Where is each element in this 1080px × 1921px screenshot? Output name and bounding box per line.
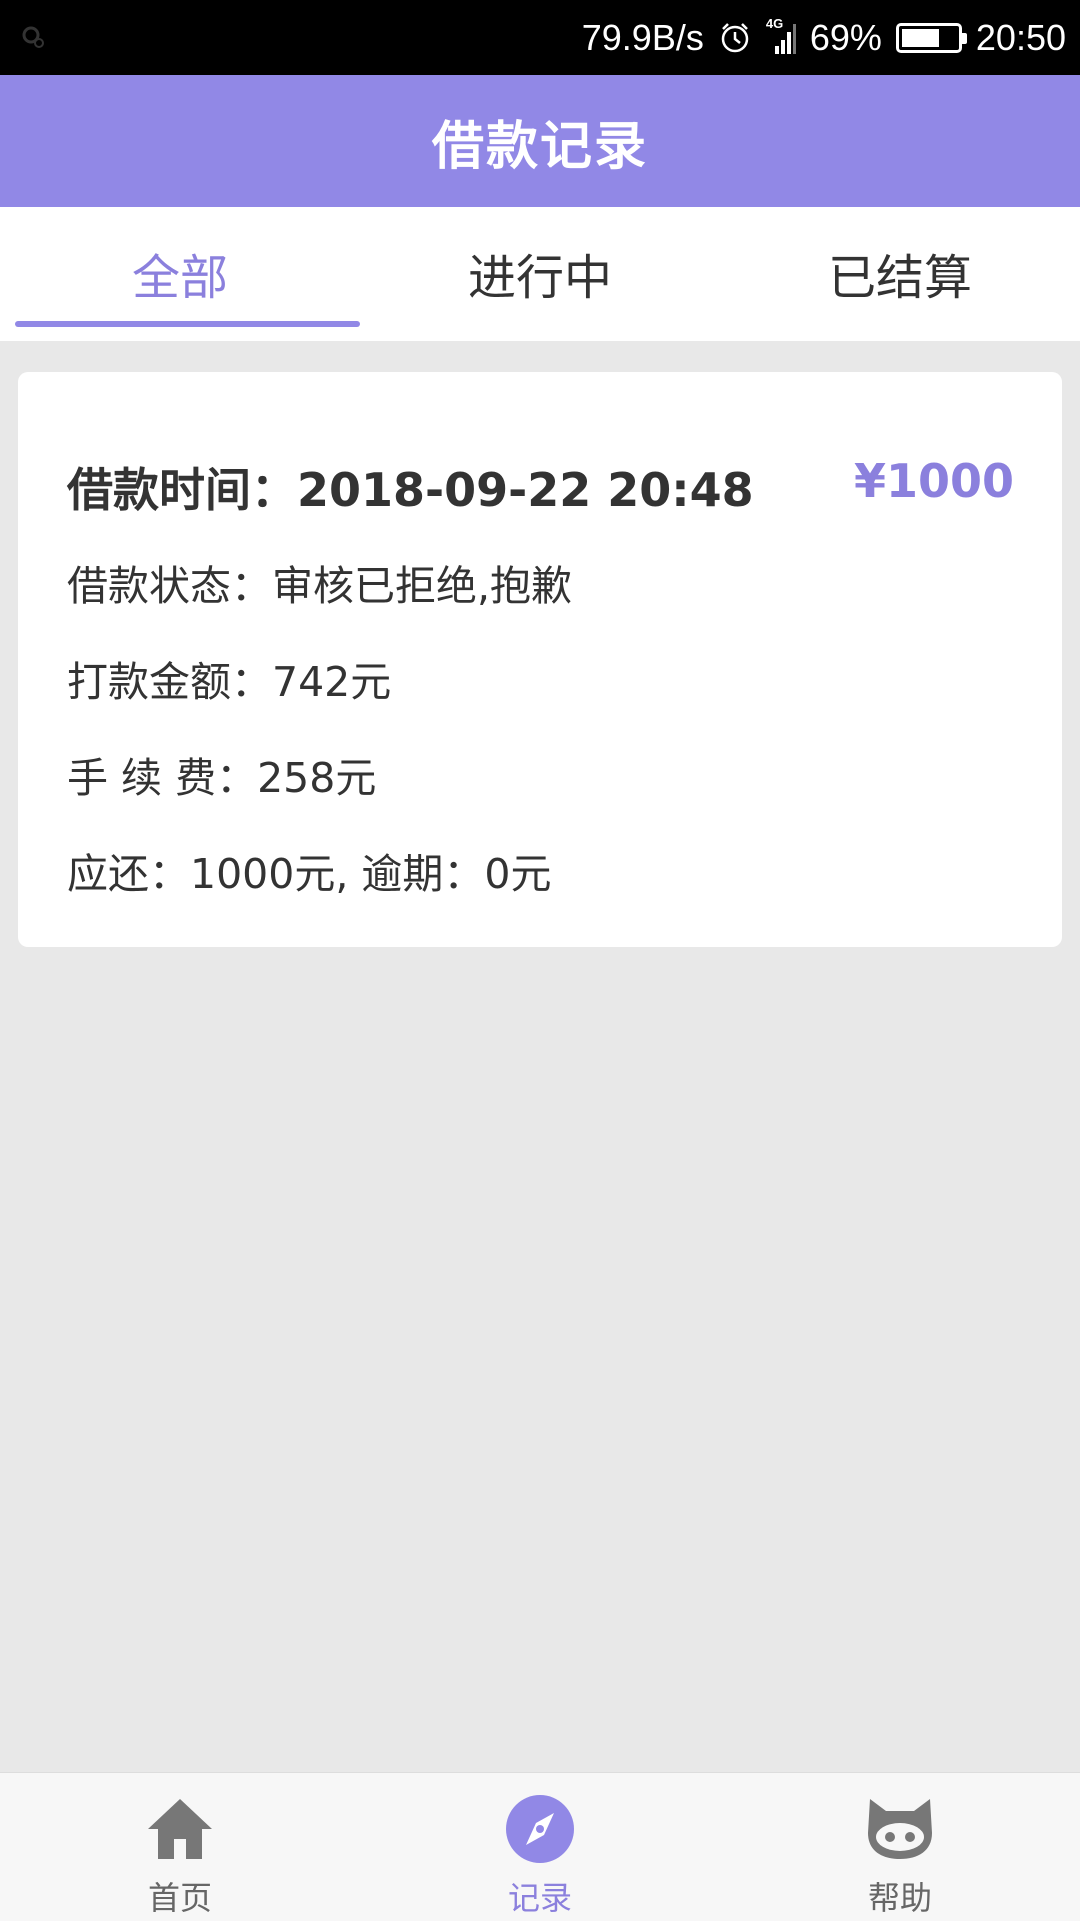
paid-amount: 打款金额：742元: [67, 658, 392, 706]
tab-bar: 全部 进行中 已结算: [0, 207, 1080, 341]
loan-time: 借款时间：2018-09-22 20:48: [67, 463, 754, 517]
status-bar: 79.9B/s 4G 69% 20:50: [0, 0, 1080, 75]
loan-status: 借款状态：审核已拒绝,抱歉: [67, 562, 573, 610]
loan-amount: ¥1000: [853, 454, 1014, 508]
clock: 20:50: [975, 16, 1066, 58]
nav-records[interactable]: 记录: [360, 1773, 720, 1921]
signal-indicator: 4G: [766, 16, 796, 56]
home-icon: [148, 1799, 212, 1859]
settings-gear-icon: [22, 26, 44, 48]
loan-record-card[interactable]: 借款时间：2018-09-22 20:48 ¥1000 借款状态：审核已拒绝,抱…: [18, 372, 1062, 947]
page-title: 借款记录: [431, 116, 648, 177]
repayment-due: 应还：1000元, 逾期：0元: [67, 850, 552, 898]
battery-icon: [895, 22, 967, 53]
tab-settled[interactable]: 已结算: [720, 211, 1080, 341]
battery-percent: 69%: [809, 16, 882, 58]
nav-help-label: 帮助: [867, 1879, 932, 1917]
compass-icon: [506, 1795, 574, 1863]
service-fee: 手 续 费：258元: [67, 754, 377, 802]
alarm-icon: [721, 22, 749, 52]
record-header-row: 借款时间：2018-09-22 20:48 ¥1000: [67, 454, 1014, 524]
nav-home[interactable]: 首页: [0, 1773, 360, 1921]
cat-face-icon: [868, 1799, 932, 1859]
network-speed: 79.9B/s: [581, 16, 704, 58]
app-header: 借款记录: [0, 75, 1080, 207]
nav-help[interactable]: 帮助: [720, 1773, 1080, 1921]
nav-records-label: 记录: [507, 1879, 572, 1917]
bottom-nav: 首页 记录 帮助: [0, 1772, 1080, 1921]
tab-in-progress[interactable]: 进行中: [360, 211, 720, 341]
nav-home-label: 首页: [147, 1879, 212, 1917]
tab-all[interactable]: 全部: [0, 211, 360, 341]
signal-bars-icon: [774, 23, 796, 54]
